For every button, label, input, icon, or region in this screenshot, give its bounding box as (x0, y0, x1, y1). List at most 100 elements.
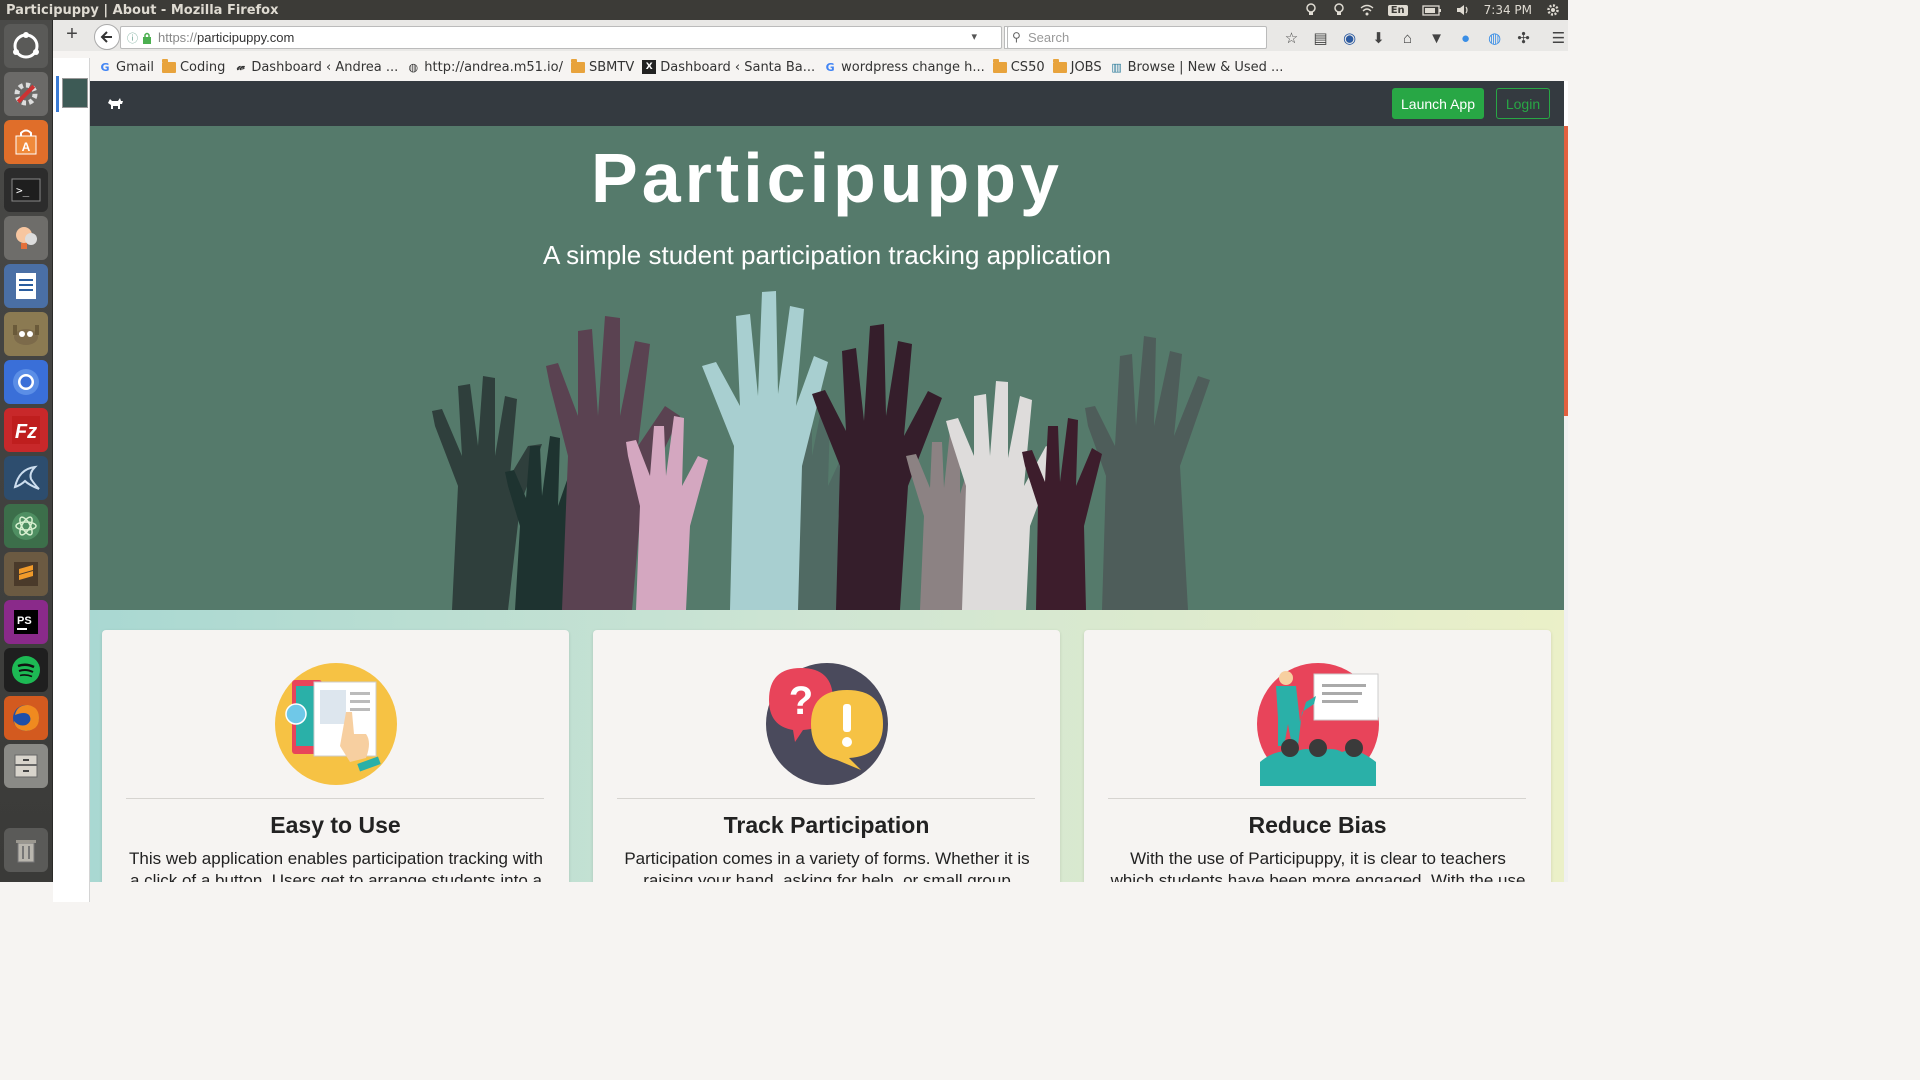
extension-puzzle-icon[interactable]: ✣ (1509, 27, 1538, 49)
launcher-system-settings[interactable] (4, 72, 48, 116)
unity-launcher: A >_ Fz PS (0, 20, 53, 882)
feature-card-easy-to-use: Easy to Use This web application enables… (102, 630, 569, 882)
back-button[interactable] (94, 24, 120, 50)
web-page: Launch App Login Participuppy A simple s… (90, 81, 1568, 882)
launcher-idea-app[interactable] (4, 216, 48, 260)
launcher-software-center[interactable]: A (4, 120, 48, 164)
firefox-icon (13, 705, 39, 731)
menu-icon[interactable]: ☰ (1544, 27, 1573, 49)
navigation-bar: ⓘ https://participuppy.com ▾ ↻ ⚲ Search … (90, 22, 1568, 52)
lightbulb-icon[interactable] (1304, 3, 1318, 17)
wifi-icon[interactable] (1360, 3, 1374, 17)
launcher-dash-home[interactable] (4, 24, 48, 68)
launcher-libreoffice-writer[interactable] (4, 264, 48, 308)
tab-thumbnail[interactable] (62, 78, 88, 108)
launcher-spotify[interactable] (4, 648, 48, 692)
card-title: Easy to Use (270, 812, 401, 838)
search-placeholder: Search (1028, 30, 1070, 45)
feature-card-reduce-bias: Reduce Bias With the use of Participuppy… (1084, 630, 1551, 882)
card-divider (1108, 798, 1526, 799)
pocket-icon[interactable]: ▼ (1422, 27, 1451, 49)
bookmark-item[interactable]: Gwordpress change h... (823, 60, 985, 75)
bookmark-item[interactable]: ▥ Browse | New & Used ... (1110, 60, 1283, 75)
card-text: This web application enables participati… (129, 849, 543, 882)
info-icon[interactable]: ⓘ (127, 30, 138, 46)
login-button[interactable]: Login (1496, 88, 1550, 119)
svg-text:PS: PS (17, 615, 32, 627)
chromium-icon (13, 369, 39, 395)
bookmark-item[interactable]: ◍ http://andrea.m51.io/ (406, 60, 563, 75)
launcher-sublime-text[interactable] (4, 552, 48, 596)
trash-icon (16, 840, 36, 863)
bookmark-folder[interactable]: CS50 (992, 58, 1045, 75)
launch-app-button[interactable]: Launch App (1392, 88, 1484, 119)
bookmark-folder[interactable]: SBMTV (571, 58, 634, 75)
url-host: participuppy.com (197, 30, 295, 45)
download-icon[interactable]: ⬇ (1364, 27, 1393, 49)
launcher-atom[interactable] (4, 504, 48, 548)
card-divider (126, 798, 544, 799)
atom-icon (12, 512, 40, 540)
hero-title: Participuppy (591, 139, 1063, 217)
bookmarks-toolbar: G Gmail Coding 𝓌 Dashboard ‹ Andrea ... ◍ h… (90, 56, 1568, 78)
hero-subtitle: A simple student participation tracking … (543, 240, 1111, 270)
launcher-phpstorm[interactable]: PS (4, 600, 48, 644)
gear-icon[interactable] (1546, 3, 1560, 17)
bookmark-item[interactable]: X Dashboard ‹ Santa Ba... (642, 60, 815, 75)
launcher-chromium[interactable] (4, 360, 48, 404)
home-icon[interactable]: ⌂ (1393, 27, 1422, 49)
x-icon: X (642, 60, 657, 74)
features-section: Easy to Use This web application enables… (90, 610, 1564, 882)
reading-list-icon[interactable]: ▤ (1306, 27, 1335, 49)
battery-icon[interactable] (1421, 3, 1442, 17)
launcher-gimp[interactable] (4, 312, 48, 356)
bookmark-star-icon[interactable]: ☆ (1277, 27, 1306, 49)
search-input[interactable]: ⚲ Search (1007, 26, 1267, 49)
bookmark-item[interactable]: 𝓌 Dashboard ‹ Andrea ... (233, 60, 399, 75)
toolbar-icons: ☆ ▤ ◉ ⬇ ⌂ ▼ ● ◍ ✣ ☰ (1277, 27, 1573, 49)
site-navbar: Launch App Login (90, 81, 1564, 126)
feature-card-track-participation: ? Track Participation Participation come… (593, 630, 1060, 882)
launcher-terminal[interactable]: >_ (4, 168, 48, 212)
scrollbar-thumb[interactable] (1564, 126, 1568, 416)
tablet-touch-icon (275, 663, 397, 785)
ubuntu-icon (13, 32, 39, 59)
lightbulb-icon[interactable] (1332, 3, 1346, 17)
launcher-filezilla[interactable]: Fz (4, 408, 48, 452)
lock-icon (143, 32, 151, 44)
bookmark-folder[interactable]: JOBS (1052, 58, 1102, 75)
svg-text:Fz: Fz (15, 421, 37, 443)
globe-icon: ◍ (408, 60, 419, 74)
document-icon (16, 273, 36, 299)
volume-icon[interactable] (1456, 3, 1470, 17)
card-divider (617, 798, 1035, 799)
folder-icon (992, 58, 1007, 74)
hand-slate (1085, 336, 1210, 610)
bookmark-folder[interactable]: Coding (161, 58, 225, 75)
clock[interactable]: 7:34 PM (1484, 3, 1532, 17)
terminal-icon: >_ (11, 178, 41, 202)
extension-blue-icon[interactable]: ● (1451, 27, 1480, 49)
google-icon: G (825, 60, 835, 74)
sublime-icon (14, 562, 38, 586)
dog-logo-icon[interactable] (106, 95, 124, 111)
launcher-files[interactable] (4, 744, 48, 788)
new-tab-button[interactable]: + (61, 24, 83, 46)
gimp-icon (13, 325, 39, 345)
folder-icon (571, 58, 585, 74)
extension-shield-icon[interactable]: ◉ (1335, 27, 1364, 49)
card-title: Reduce Bias (1248, 812, 1387, 838)
launcher-mysql-workbench[interactable] (4, 456, 48, 500)
keyboard-layout-indicator[interactable]: En (1387, 4, 1408, 16)
chevron-down-icon[interactable]: ▾ (971, 30, 977, 43)
launcher-firefox[interactable] (4, 696, 48, 740)
settings-wrench-icon (14, 82, 38, 106)
svg-text:A: A (22, 140, 31, 154)
question-exclamation-icon: ? (766, 663, 888, 785)
url-bar[interactable]: ⓘ https://participuppy.com ▾ (120, 26, 1002, 49)
launcher-trash[interactable] (4, 828, 48, 872)
bookmark-item[interactable]: G Gmail (98, 60, 153, 75)
card-text: With the use of Participuppy, it is clea… (1110, 849, 1526, 882)
extension-globe-icon[interactable]: ◍ (1480, 27, 1509, 49)
lightbulb-icon (16, 227, 37, 249)
